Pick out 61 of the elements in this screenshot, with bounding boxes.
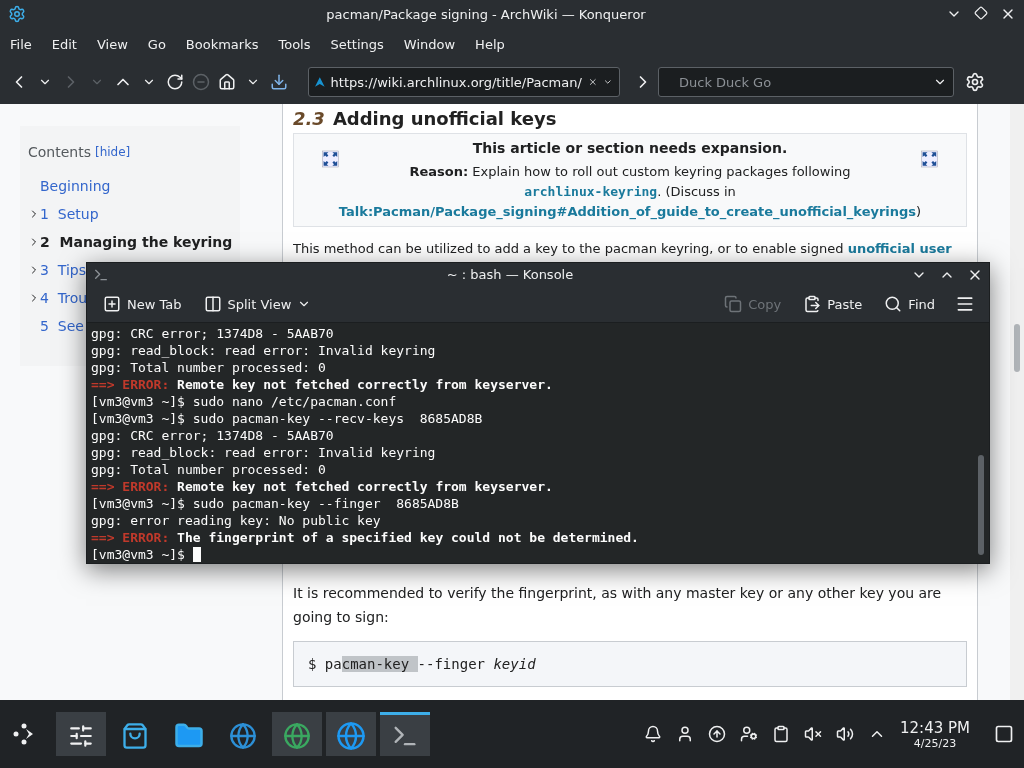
menu-item[interactable]: Bookmarks xyxy=(177,36,267,52)
notice-text: Reason: Explain how to roll out custom keyring packages following archlinux-keyring. (Discuss in Talk:Pacman/Package_signing#Addition_of_guide_to_create_unofficial_keyrings) xyxy=(338,163,922,222)
logo-icon xyxy=(315,75,325,89)
user-settings-icon[interactable] xyxy=(740,725,758,743)
toc-link[interactable]: Beginning xyxy=(40,178,111,194)
menu-item[interactable]: Edit xyxy=(43,36,85,52)
notice-title: This article or section needs expansion. xyxy=(471,139,789,158)
bell-icon[interactable] xyxy=(644,725,662,743)
talk-link[interactable]: Talk:Pacman/Package_signing#Addition_of_guide_to_create_unofficial_keyrings xyxy=(338,204,917,219)
url-field[interactable]: https://wiki.archlinux.org/title/Pacman/ xyxy=(308,67,620,97)
muted-icon[interactable] xyxy=(804,725,822,743)
copy-icon xyxy=(724,295,743,314)
globe-icon xyxy=(283,721,311,750)
volume-icon[interactable] xyxy=(836,725,854,743)
menu-item[interactable]: View xyxy=(88,36,136,52)
sliders-icon xyxy=(68,722,94,749)
unofficial-link[interactable]: unofficial user xyxy=(847,241,952,256)
task-button[interactable] xyxy=(380,712,430,756)
hide-link[interactable]: [hide] xyxy=(95,145,131,159)
window-title: pacman/Package signing - ArchWiki — Konqueror xyxy=(326,6,646,22)
section-number: 2.3 xyxy=(293,108,325,129)
menu-item[interactable]: Go xyxy=(139,36,174,52)
globe-icon xyxy=(336,720,366,751)
toolbar-button[interactable]: Find xyxy=(882,291,937,318)
scrollbar[interactable] xyxy=(1010,104,1024,700)
paste-icon xyxy=(803,295,822,314)
clock[interactable]: 12:43 PM 4/25/23 xyxy=(900,718,970,750)
section-heading: Adding unofficial keys xyxy=(332,108,557,129)
toolbar-button[interactable]: New Tab xyxy=(101,291,184,318)
clipboard-icon[interactable] xyxy=(772,725,790,743)
toc-link[interactable]: 2 Managing the keyring xyxy=(40,234,233,250)
bag-icon xyxy=(121,721,149,750)
menu-item[interactable]: Settings xyxy=(322,36,392,52)
toc-link[interactable]: 5 See xyxy=(40,318,84,334)
paragraph: It is recommended to verify the fingerprint, as with any master key or any other key you are going to sign: xyxy=(293,584,943,627)
menu-item[interactable]: Window xyxy=(395,36,464,52)
intro-paragraph: This method can be utilized to add a key to the pacman keyring, or to enable signed unofficial user xyxy=(293,241,953,258)
menu-item[interactable]: File xyxy=(2,36,40,52)
contents-title: Contents xyxy=(28,144,91,160)
app-icon xyxy=(8,5,26,23)
show-desktop-icon[interactable] xyxy=(994,724,1014,744)
menu-item[interactable]: Help xyxy=(467,36,513,52)
task-button[interactable] xyxy=(56,712,106,756)
columns-icon xyxy=(203,295,222,314)
search-field[interactable]: Duck Duck Go xyxy=(658,67,954,97)
window-title: ~ : bash — Konsole xyxy=(446,267,574,283)
toolbar-button[interactable]: Paste xyxy=(801,291,865,318)
toc-link[interactable]: 1 Setup xyxy=(40,206,99,222)
terminal-output: gpg: CRC error; 1374D8 - 5AAB70 gpg: read_block: read error: Invalid keyring gpg: Total number processed: 0 ==> ERROR: Remote key not fetched correctly from keyserver. [vm3@vm3 ~]$ sudo nano /etc/pacman.conf [vm3@vm3 ~]$ sudo pacman-key --recv-keys 8685AD8B gpg: CRC error; 1374D8 - 5AAB70 gpg: read_block: read error: Invalid keyring gpg: Total number processed: 0 ==> ERROR: Remote key not fetched correctly from keyserver. [vm3@vm3 ~]$ sudo pacman-key --finger 8685AD8B gpg: error reading key: No public key ==> ERROR: The fingerprint of a specified key could not be determined. [vm3@vm3 ~]$ xyxy=(91,325,640,563)
toc-link[interactable]: 3 Tips xyxy=(40,262,87,278)
toc-link[interactable]: 4 Trou xyxy=(40,290,88,306)
update-icon[interactable] xyxy=(708,725,726,743)
globe-icon xyxy=(229,721,257,750)
toolbar-button[interactable]: Split View xyxy=(201,291,314,318)
search-icon xyxy=(884,295,903,314)
code-block: $ pacman-key --finger keyid xyxy=(293,641,967,687)
settings-icon[interactable] xyxy=(964,72,986,92)
user-icon[interactable] xyxy=(676,725,694,743)
new-tab-icon xyxy=(103,295,121,314)
menu-item[interactable]: Tools xyxy=(270,36,319,52)
maximize-icon[interactable] xyxy=(974,6,988,20)
